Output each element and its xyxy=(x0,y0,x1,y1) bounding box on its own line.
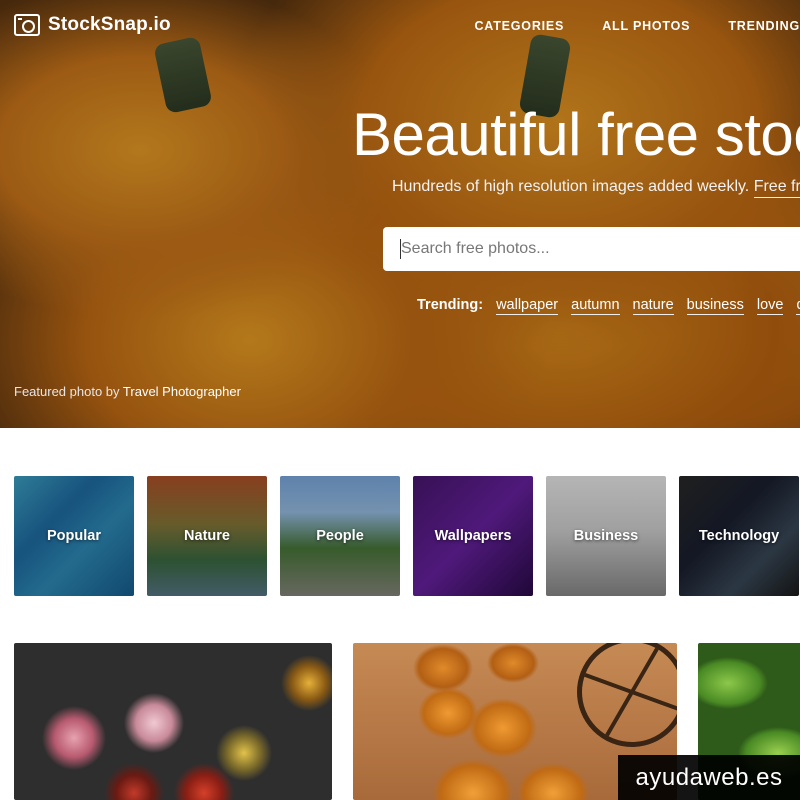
featured-prefix: Featured photo by xyxy=(14,384,120,399)
trending-tag-business[interactable]: business xyxy=(686,297,744,315)
hero-title: Beautiful free stoc xyxy=(352,101,800,168)
category-popular[interactable]: Popular xyxy=(14,476,134,596)
camera-icon xyxy=(14,14,40,36)
text-cursor xyxy=(400,239,401,259)
hero-overlay xyxy=(0,0,800,428)
category-label: Popular xyxy=(47,528,101,544)
trending-label: Trending: xyxy=(417,297,484,313)
trending-tag-autumn[interactable]: autumn xyxy=(571,297,620,315)
trending-tag-wallpaper[interactable]: wallpaper xyxy=(496,297,559,315)
featured-author-link[interactable]: Travel Photographer xyxy=(123,384,241,399)
search-input[interactable] xyxy=(383,227,800,271)
category-nature[interactable]: Nature xyxy=(147,476,267,596)
category-label: Technology xyxy=(698,528,780,544)
category-label: People xyxy=(316,528,364,544)
category-technology[interactable]: Technology xyxy=(679,476,799,596)
search-box[interactable] xyxy=(383,227,800,271)
category-tiles: Popular Nature People Wallpapers Busines… xyxy=(14,476,799,596)
category-label: Nature xyxy=(184,528,230,544)
top-navigation: StockSnap.io CATEGORIES ALL PHOTOS TREND… xyxy=(0,0,800,56)
category-label: Wallpapers xyxy=(434,528,512,544)
logo-text: StockSnap.io xyxy=(48,14,171,35)
photo-flowers[interactable] xyxy=(14,643,332,800)
watermark: ayudaweb.es xyxy=(618,755,800,800)
site-logo[interactable]: StockSnap.io xyxy=(14,14,171,36)
hero-subtitle-link[interactable]: Free fro xyxy=(753,178,800,198)
trending-tag-nature[interactable]: nature xyxy=(632,297,674,315)
hero-subtitle-text: Hundreds of high resolution images added… xyxy=(392,178,750,195)
category-people[interactable]: People xyxy=(280,476,400,596)
trending-tag-design[interactable]: des xyxy=(796,297,800,315)
featured-credit: Featured photo by Travel Photographer xyxy=(14,384,241,399)
category-wallpapers[interactable]: Wallpapers xyxy=(413,476,533,596)
category-label: Business xyxy=(573,528,639,544)
trending-tag-love[interactable]: love xyxy=(756,297,784,315)
main-nav: CATEGORIES ALL PHOTOS TRENDING xyxy=(474,19,800,33)
hero-banner: StockSnap.io CATEGORIES ALL PHOTOS TREND… xyxy=(0,0,800,428)
nav-trending[interactable]: TRENDING xyxy=(728,19,800,33)
category-business[interactable]: Business xyxy=(546,476,666,596)
hero-subtitle: Hundreds of high resolution images added… xyxy=(392,178,800,198)
nav-all-photos[interactable]: ALL PHOTOS xyxy=(602,19,690,33)
cart-wheel xyxy=(577,643,677,747)
nav-categories[interactable]: CATEGORIES xyxy=(474,19,564,33)
trending-tags: Trending: wallpaper autumn nature busine… xyxy=(417,297,800,315)
